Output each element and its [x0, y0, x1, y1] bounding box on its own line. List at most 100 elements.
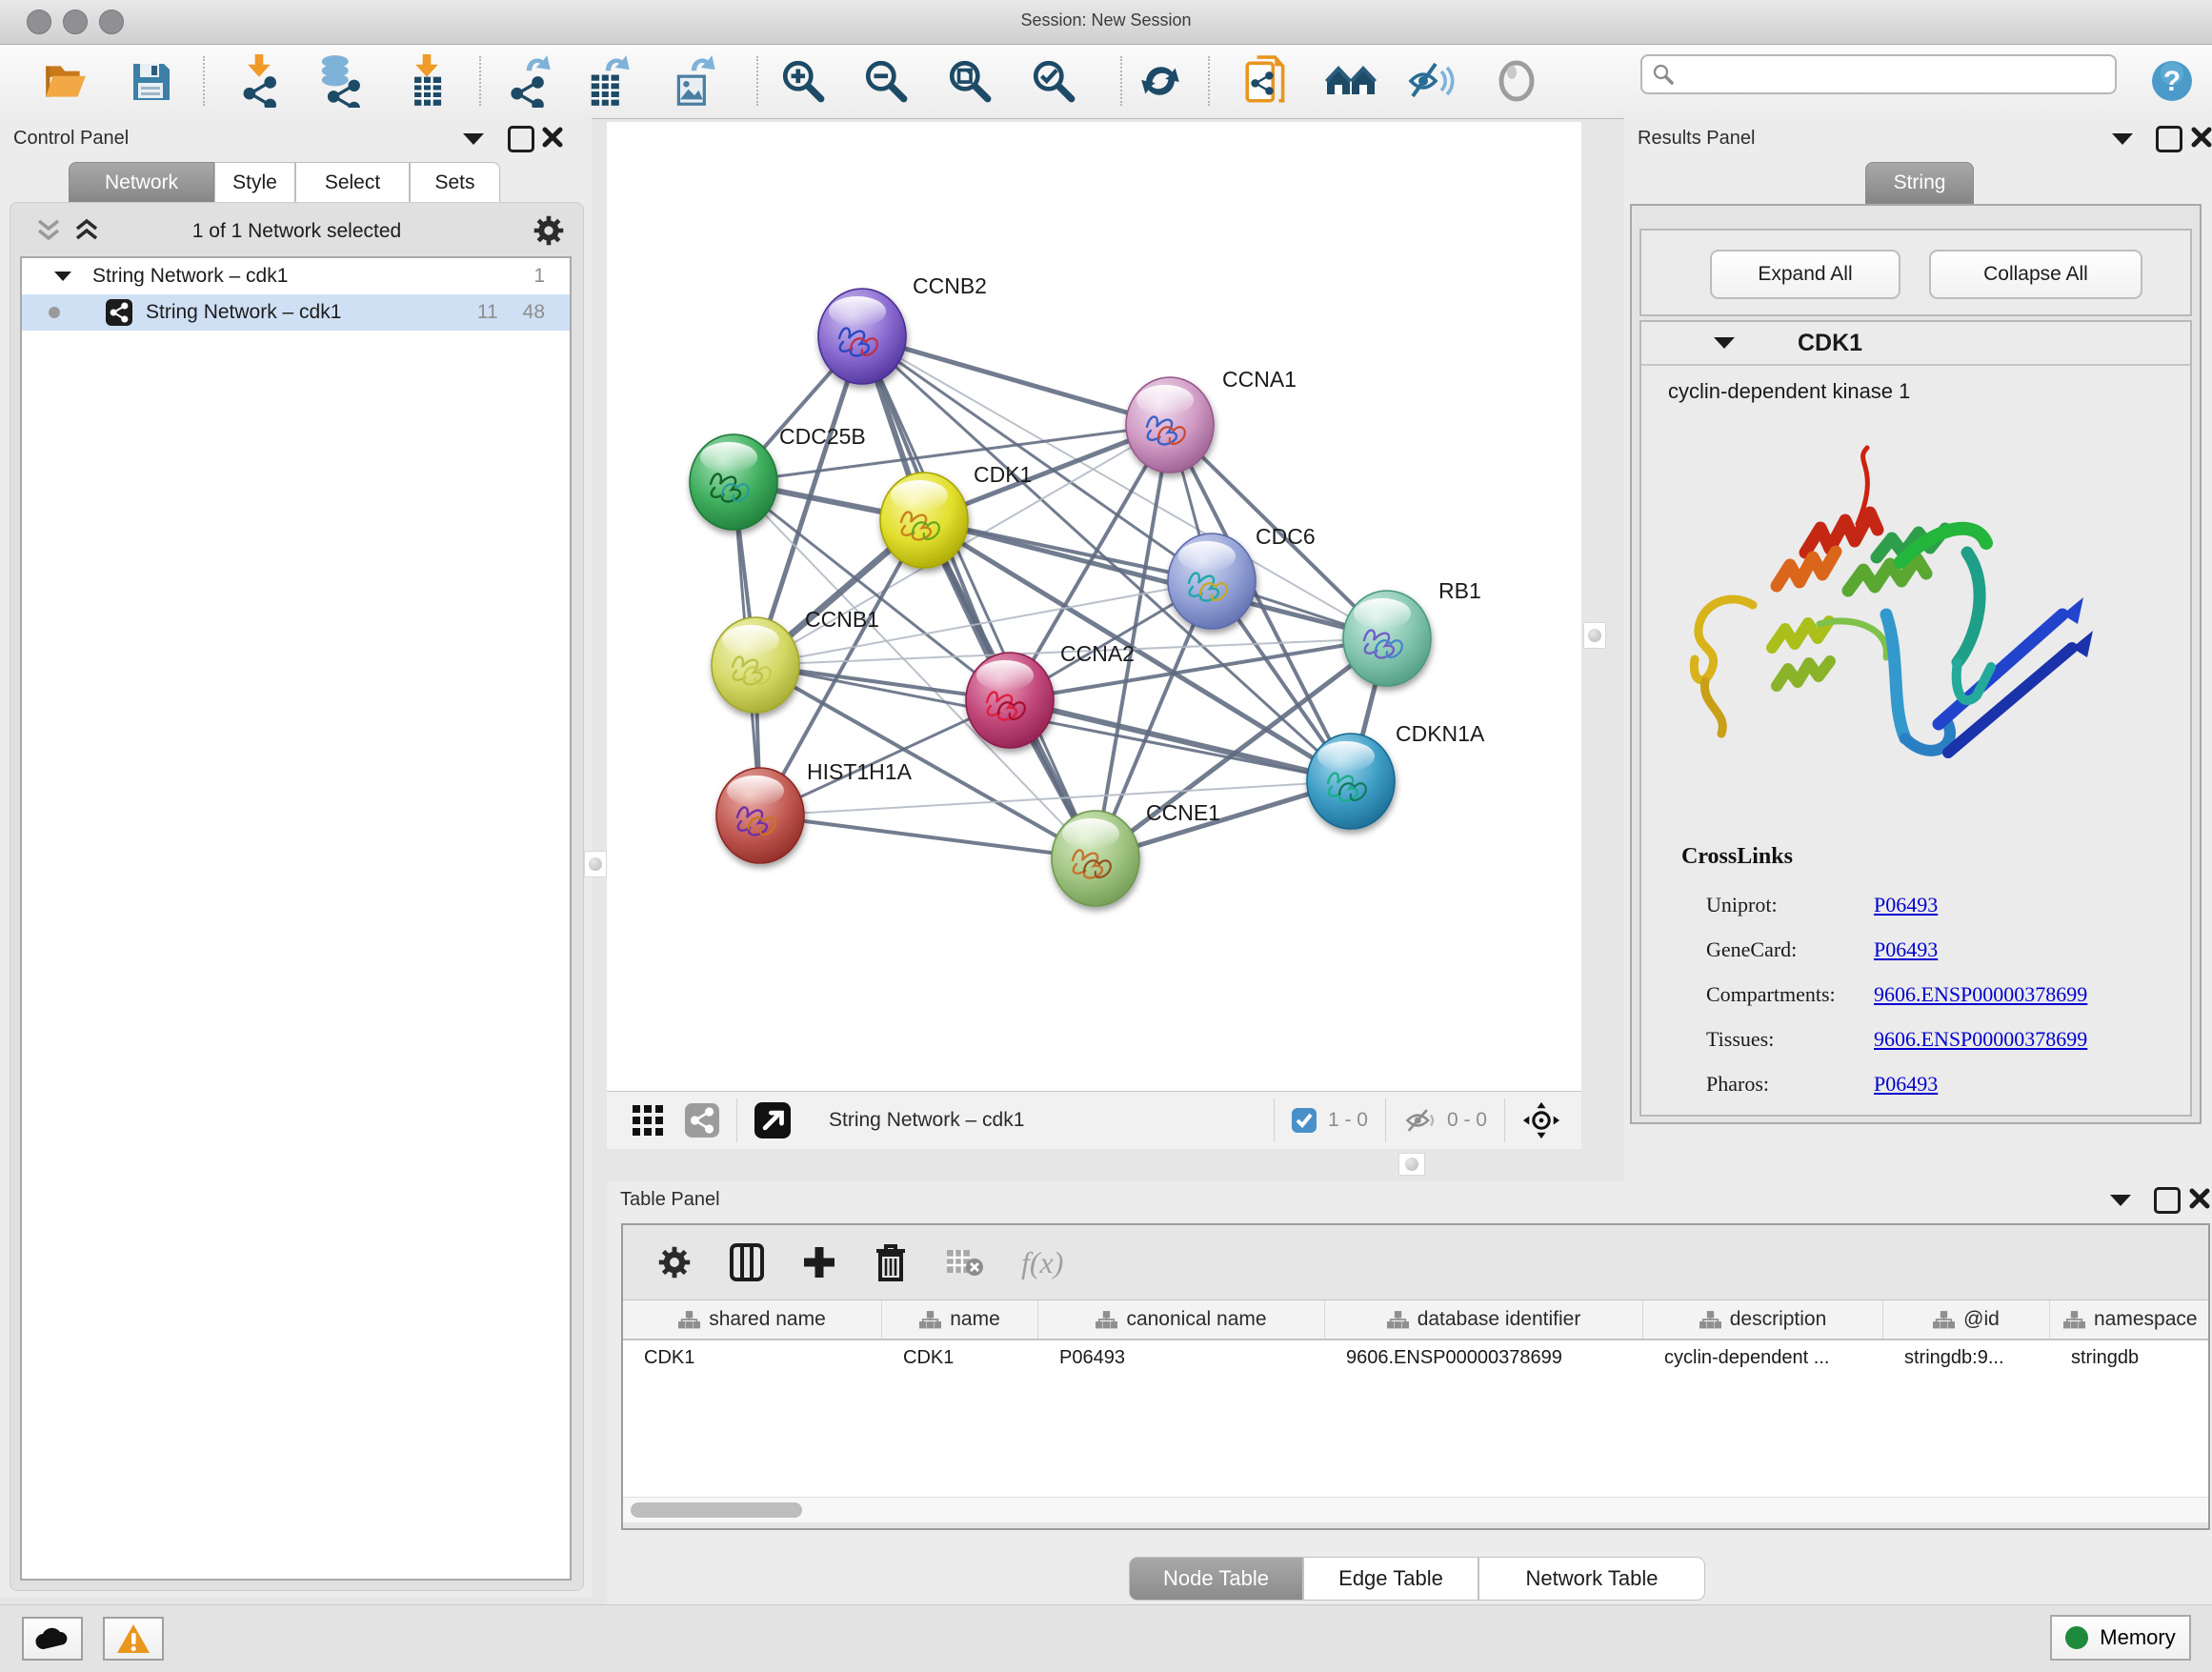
- network-options-gear-icon[interactable]: [533, 214, 565, 247]
- center-view-icon[interactable]: [1522, 1101, 1560, 1139]
- float-panel-icon[interactable]: [2156, 126, 2182, 152]
- close-panel-icon[interactable]: [2190, 126, 2212, 149]
- help-button[interactable]: ?: [2145, 54, 2199, 108]
- hidden-eye-icon[interactable]: [1403, 1106, 1438, 1135]
- import-network-database-button[interactable]: [312, 54, 365, 108]
- panel-menu-icon[interactable]: [2110, 1195, 2131, 1206]
- delete-table-icon[interactable]: [945, 1246, 983, 1279]
- network-edge[interactable]: [1010, 700, 1351, 781]
- collapse-all-button[interactable]: Collapse All: [1929, 250, 2142, 299]
- detach-view-icon[interactable]: [754, 1102, 791, 1138]
- crosslink-link[interactable]: 9606.ENSP00000378699: [1874, 982, 2087, 1007]
- network-canvas[interactable]: CCNB2CCNA1CDC25BCDK1CDC6RB1CCNB1CCNA2CDK…: [607, 122, 1581, 1091]
- float-panel-icon[interactable]: [508, 126, 534, 152]
- houses-button[interactable]: [1324, 54, 1377, 108]
- cloud-icon: [34, 1626, 70, 1651]
- warnings-button[interactable]: [103, 1617, 164, 1661]
- zoom-in-button[interactable]: [776, 54, 830, 108]
- cdk1-section-header[interactable]: CDK1: [1641, 322, 2190, 366]
- birdseye-view-icon[interactable]: [685, 1103, 719, 1138]
- close-panel-icon[interactable]: [2188, 1187, 2211, 1210]
- table-row[interactable]: CDK1 CDK1 P06493 9606.ENSP00000378699 cy…: [623, 1340, 2208, 1375]
- search-input[interactable]: [1682, 63, 2115, 87]
- column-header[interactable]: name: [882, 1300, 1038, 1339]
- column-header[interactable]: description: [1643, 1300, 1883, 1339]
- network-node-CDC25B[interactable]: [690, 434, 777, 530]
- import-network-file-button[interactable]: [232, 54, 286, 108]
- network-graph[interactable]: CCNB2CCNA1CDC25BCDK1CDC6RB1CCNB1CCNA2CDK…: [607, 122, 1581, 1091]
- network-node-CCNB2[interactable]: [818, 289, 906, 384]
- section-expander-icon[interactable]: [1714, 337, 1735, 349]
- float-panel-icon[interactable]: [2154, 1187, 2181, 1214]
- open-session-button[interactable]: [38, 54, 91, 108]
- network-node-CCNE1[interactable]: [1052, 811, 1139, 906]
- new-network-from-selection-button[interactable]: [1240, 54, 1294, 108]
- show-columns-icon[interactable]: [730, 1243, 764, 1281]
- tab-select-label: Select: [325, 171, 380, 194]
- duplicate-network-icon: [1243, 55, 1291, 107]
- grid-view-icon[interactable]: [632, 1104, 664, 1137]
- node-label-CCNA2: CCNA2: [1060, 641, 1135, 666]
- tab-network[interactable]: Network: [69, 162, 214, 204]
- tab-node-table-label: Node Table: [1163, 1566, 1269, 1591]
- apply-layout-button[interactable]: [1134, 54, 1187, 108]
- network-edge[interactable]: [862, 336, 1170, 425]
- column-header[interactable]: @id: [1883, 1300, 2050, 1339]
- network-node-CDKN1A[interactable]: [1307, 734, 1395, 829]
- tab-string[interactable]: String: [1865, 162, 1974, 204]
- crosslink-link[interactable]: P06493: [1874, 1072, 1938, 1097]
- table-horizontal-scrollbar[interactable]: [623, 1497, 2208, 1522]
- column-header[interactable]: canonical name: [1038, 1300, 1325, 1339]
- hide-graphics-details-button[interactable]: [1405, 54, 1458, 108]
- tab-select[interactable]: Select: [295, 162, 410, 204]
- tab-sets[interactable]: Sets: [410, 162, 500, 204]
- network-node-CCNB1[interactable]: [712, 617, 799, 713]
- node-label-HIST1H1A: HIST1H1A: [807, 759, 913, 784]
- column-header[interactable]: shared name: [623, 1300, 882, 1339]
- crosslink-link[interactable]: 9606.ENSP00000378699: [1874, 1027, 2087, 1052]
- selected-checkbox-icon[interactable]: [1292, 1108, 1317, 1133]
- left-splitter-handle[interactable]: [584, 851, 607, 877]
- column-header[interactable]: database identifier: [1325, 1300, 1643, 1339]
- collection-expander-icon[interactable]: [54, 272, 71, 281]
- tab-edge-table[interactable]: Edge Table: [1303, 1557, 1478, 1601]
- crosslink-link[interactable]: P06493: [1874, 937, 1938, 962]
- tab-style[interactable]: Style: [214, 162, 295, 204]
- expand-all-button[interactable]: Expand All: [1710, 250, 1900, 299]
- add-column-icon[interactable]: [802, 1245, 836, 1279]
- network-node-RB1[interactable]: [1343, 591, 1431, 686]
- scrollbar-thumb[interactable]: [631, 1502, 802, 1518]
- save-session-button[interactable]: [124, 54, 177, 108]
- cloud-button[interactable]: [22, 1617, 83, 1661]
- tab-node-table[interactable]: Node Table: [1129, 1557, 1303, 1601]
- panel-menu-icon[interactable]: [463, 133, 484, 145]
- export-table-button[interactable]: [581, 54, 634, 108]
- right-splitter-handle[interactable]: [1583, 622, 1606, 649]
- import-table-file-button[interactable]: [400, 54, 453, 108]
- delete-column-trash-icon[interactable]: [875, 1243, 907, 1281]
- network-node-CDC6[interactable]: [1168, 534, 1256, 629]
- search-box[interactable]: [1640, 54, 2117, 94]
- memory-button[interactable]: Memory: [2050, 1615, 2191, 1661]
- network-node-CDK1[interactable]: [880, 473, 968, 568]
- network-node-HIST1H1A[interactable]: [716, 768, 804, 863]
- column-header[interactable]: namespace: [2050, 1300, 2208, 1339]
- bottom-splitter-handle[interactable]: [1398, 1153, 1425, 1176]
- table-settings-gear-icon[interactable]: [657, 1245, 692, 1279]
- panel-menu-icon[interactable]: [2112, 133, 2133, 145]
- zoom-fit-button[interactable]: [943, 54, 996, 108]
- export-image-button[interactable]: [667, 54, 720, 108]
- zoom-out-button[interactable]: [859, 54, 913, 108]
- network-node-CCNA2[interactable]: [966, 653, 1054, 748]
- export-network-button[interactable]: [502, 54, 555, 108]
- tab-network-table[interactable]: Network Table: [1478, 1557, 1705, 1601]
- network-row-selected[interactable]: String Network – cdk1 11 48: [22, 294, 570, 331]
- network-edge[interactable]: [760, 816, 1096, 858]
- crosslink-link[interactable]: P06493: [1874, 893, 1938, 917]
- zoom-selected-button[interactable]: [1027, 54, 1080, 108]
- close-panel-icon[interactable]: [541, 126, 564, 149]
- network-node-CCNA1[interactable]: [1126, 377, 1214, 473]
- show-graphics-details-button[interactable]: [1490, 54, 1543, 108]
- function-builder-icon[interactable]: f(x): [1021, 1245, 1063, 1280]
- network-collection-row[interactable]: String Network – cdk1 1: [22, 258, 570, 294]
